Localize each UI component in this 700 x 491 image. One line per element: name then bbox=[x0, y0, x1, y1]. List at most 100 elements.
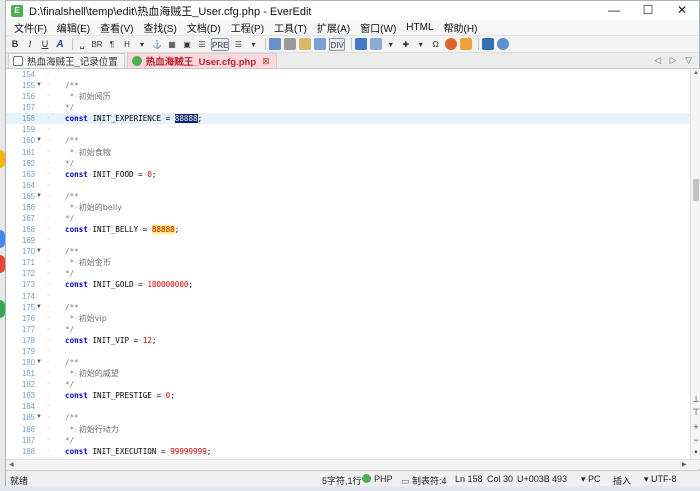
fold-toggle-icon[interactable]: ▼ bbox=[36, 80, 44, 91]
close-tab-icon[interactable]: ⊠ bbox=[262, 56, 270, 67]
code-line[interactable]: 171 · *·初始金币 bbox=[6, 257, 690, 268]
pilcrow-button[interactable]: ¶ bbox=[106, 38, 118, 51]
zoom-out-icon[interactable]: − bbox=[691, 435, 700, 445]
code-line[interactable]: 159 · bbox=[6, 124, 690, 135]
tab-record-position[interactable]: 热血海贼王_记录位置 bbox=[8, 53, 125, 68]
code-line[interactable]: 155 ▼ · /** bbox=[6, 80, 690, 91]
code-line[interactable]: 183 · const·INIT_PRESTIGE·=·0; bbox=[6, 390, 690, 401]
br-button[interactable]: BR bbox=[91, 38, 103, 51]
menu-file[interactable]: 文件(F) bbox=[9, 20, 52, 35]
list-icon[interactable]: ☰ bbox=[196, 38, 208, 51]
code-line[interactable]: 177 · */ bbox=[6, 324, 690, 335]
browser-icon[interactable] bbox=[444, 38, 457, 50]
frame-icon[interactable] bbox=[284, 38, 297, 50]
heading-button[interactable]: H bbox=[121, 38, 133, 51]
nbsp-icon[interactable]: ␣ bbox=[76, 38, 88, 51]
code-line[interactable]: 188 · const·INIT_EXECUTION·=·99999999; bbox=[6, 446, 690, 457]
italic-button[interactable]: I bbox=[24, 38, 36, 51]
code-line[interactable]: 173 · const·INIT_GOLD·=·180000000; bbox=[6, 279, 690, 290]
menu-window[interactable]: 窗口(W) bbox=[355, 20, 401, 35]
scroll-left-icon[interactable]: ◀ bbox=[9, 460, 14, 470]
code-editor[interactable]: 154 · 155 ▼ ·/** 156 · *·初始阅历 157 · */158 · const·I… bbox=[6, 69, 690, 459]
code-line[interactable]: 157 · */ bbox=[6, 102, 690, 113]
fold-toggle-icon[interactable]: ▼ bbox=[36, 357, 44, 368]
status-encoding[interactable]: ▾ UTF-8 bbox=[644, 474, 677, 485]
validate-icon[interactable] bbox=[369, 38, 382, 50]
code-line[interactable]: 163 · const·INIT_FOOD·=·0; bbox=[6, 169, 690, 180]
zoom-in-icon[interactable]: + bbox=[691, 422, 700, 432]
fold-toggle-icon[interactable]: ▼ bbox=[36, 135, 44, 146]
menu-extensions[interactable]: 扩展(A) bbox=[312, 20, 355, 35]
scroll-up-icon[interactable]: ▲ bbox=[691, 70, 700, 76]
tab-user-cfg[interactable]: 热血海贼王_User.cfg.php ⊠ bbox=[126, 53, 277, 68]
code-line[interactable]: 181 · *·初始的威望 bbox=[6, 368, 690, 379]
color-icon[interactable]: ✚ bbox=[400, 38, 412, 51]
layer-icon[interactable] bbox=[314, 38, 327, 50]
code-line[interactable]: 186 · *·初始行动力 bbox=[6, 424, 690, 435]
scroll-right-icon[interactable]: ▶ bbox=[682, 460, 687, 470]
status-language[interactable]: PHP bbox=[362, 474, 393, 484]
keyboard-icon[interactable] bbox=[481, 38, 494, 50]
fold-toggle-icon[interactable]: ▼ bbox=[36, 191, 44, 202]
symbol-icon[interactable]: Ω bbox=[430, 38, 442, 51]
underline-button[interactable]: U bbox=[39, 38, 51, 51]
bold-button[interactable]: B bbox=[9, 38, 21, 51]
code-line[interactable]: 185 ▼ · /** bbox=[6, 412, 690, 423]
code-line[interactable]: 161 · *·初始食物 bbox=[6, 147, 690, 158]
info-icon[interactable] bbox=[496, 38, 509, 50]
preview-icon[interactable] bbox=[354, 38, 367, 50]
pin-icon[interactable]: ⊥ bbox=[691, 394, 700, 405]
menu-tools[interactable]: 工具(T) bbox=[269, 20, 312, 35]
menu-project[interactable]: 工程(P) bbox=[226, 20, 269, 35]
code-line[interactable]: 167 · */ bbox=[6, 213, 690, 224]
form-icon[interactable] bbox=[269, 38, 282, 50]
chevron-down-icon[interactable]: ▾ bbox=[247, 38, 259, 51]
zoom-reset-icon[interactable]: • bbox=[691, 447, 700, 457]
vertical-scrollbar[interactable]: ▲ ⊥ ⊤ + − • bbox=[690, 69, 700, 459]
close-button[interactable]: ✕ bbox=[665, 1, 699, 20]
code-line[interactable]: 160 ▼ · /** bbox=[6, 135, 690, 146]
menu-help[interactable]: 帮助(H) bbox=[439, 20, 483, 35]
menu-document[interactable]: 文档(D) bbox=[182, 20, 226, 35]
code-line[interactable]: 166 · *·初始的belly bbox=[6, 202, 690, 213]
code-line[interactable]: 158 · const·INIT_EXPERIENCE·=·88888; bbox=[6, 113, 690, 125]
code-line[interactable]: 175 ▼ · /** bbox=[6, 302, 690, 313]
chevron-down-icon[interactable]: ▾ bbox=[415, 38, 427, 51]
media-icon[interactable] bbox=[299, 38, 312, 50]
code-line[interactable]: 176 · *·初始vip bbox=[6, 313, 690, 324]
fold-toggle-icon[interactable]: ▼ bbox=[36, 412, 44, 423]
code-line[interactable]: 179 · bbox=[6, 346, 690, 357]
code-line[interactable]: 187 · */ bbox=[6, 435, 690, 446]
pre-button[interactable]: PRE bbox=[211, 37, 230, 51]
snippet-icon[interactable] bbox=[459, 38, 472, 50]
fold-toggle-icon[interactable]: ▼ bbox=[36, 302, 44, 313]
tab-nav-controls[interactable]: ◁ ▷ ▽ bbox=[654, 55, 695, 66]
code-line[interactable]: 168 · const·INIT_BELLY·=·88888; bbox=[6, 224, 690, 235]
chevron-down-icon[interactable]: ▾ bbox=[136, 38, 148, 51]
code-line[interactable]: 182 · */ bbox=[6, 379, 690, 390]
split-icon[interactable]: ⊤ bbox=[691, 407, 700, 418]
fold-toggle-icon[interactable]: ▼ bbox=[36, 246, 44, 257]
menu-edit[interactable]: 编辑(E) bbox=[52, 20, 95, 35]
code-line[interactable]: 156 · *·初始阅历 bbox=[6, 91, 690, 102]
code-line[interactable]: 172 · */ bbox=[6, 268, 690, 279]
horizontal-scrollbar[interactable]: ◀ ▶ bbox=[6, 459, 700, 469]
menu-search[interactable]: 查找(S) bbox=[138, 20, 181, 35]
code-line[interactable]: 174 · bbox=[6, 291, 690, 302]
code-line[interactable]: 184 · bbox=[6, 401, 690, 412]
code-line[interactable]: 154 · bbox=[6, 69, 690, 80]
align-icon[interactable]: ☰ bbox=[232, 38, 244, 51]
code-line[interactable]: 169 · bbox=[6, 235, 690, 246]
scroll-thumb[interactable] bbox=[693, 179, 699, 201]
anchor-icon[interactable]: ⚓ bbox=[151, 38, 163, 51]
code-line[interactable]: 165 ▼ · /** bbox=[6, 191, 690, 202]
table-icon[interactable]: ▦ bbox=[166, 38, 178, 51]
status-line-ending[interactable]: ▾ PC bbox=[581, 474, 601, 485]
minimize-button[interactable]: — bbox=[597, 1, 631, 20]
div-button[interactable]: DIV bbox=[329, 37, 345, 51]
code-line[interactable]: 180 ▼ · /** bbox=[6, 357, 690, 368]
menu-html[interactable]: HTML bbox=[401, 22, 438, 33]
font-icon[interactable]: A bbox=[54, 38, 66, 51]
maximize-button[interactable]: ☐ bbox=[631, 1, 665, 20]
menu-view[interactable]: 查看(V) bbox=[95, 20, 138, 35]
